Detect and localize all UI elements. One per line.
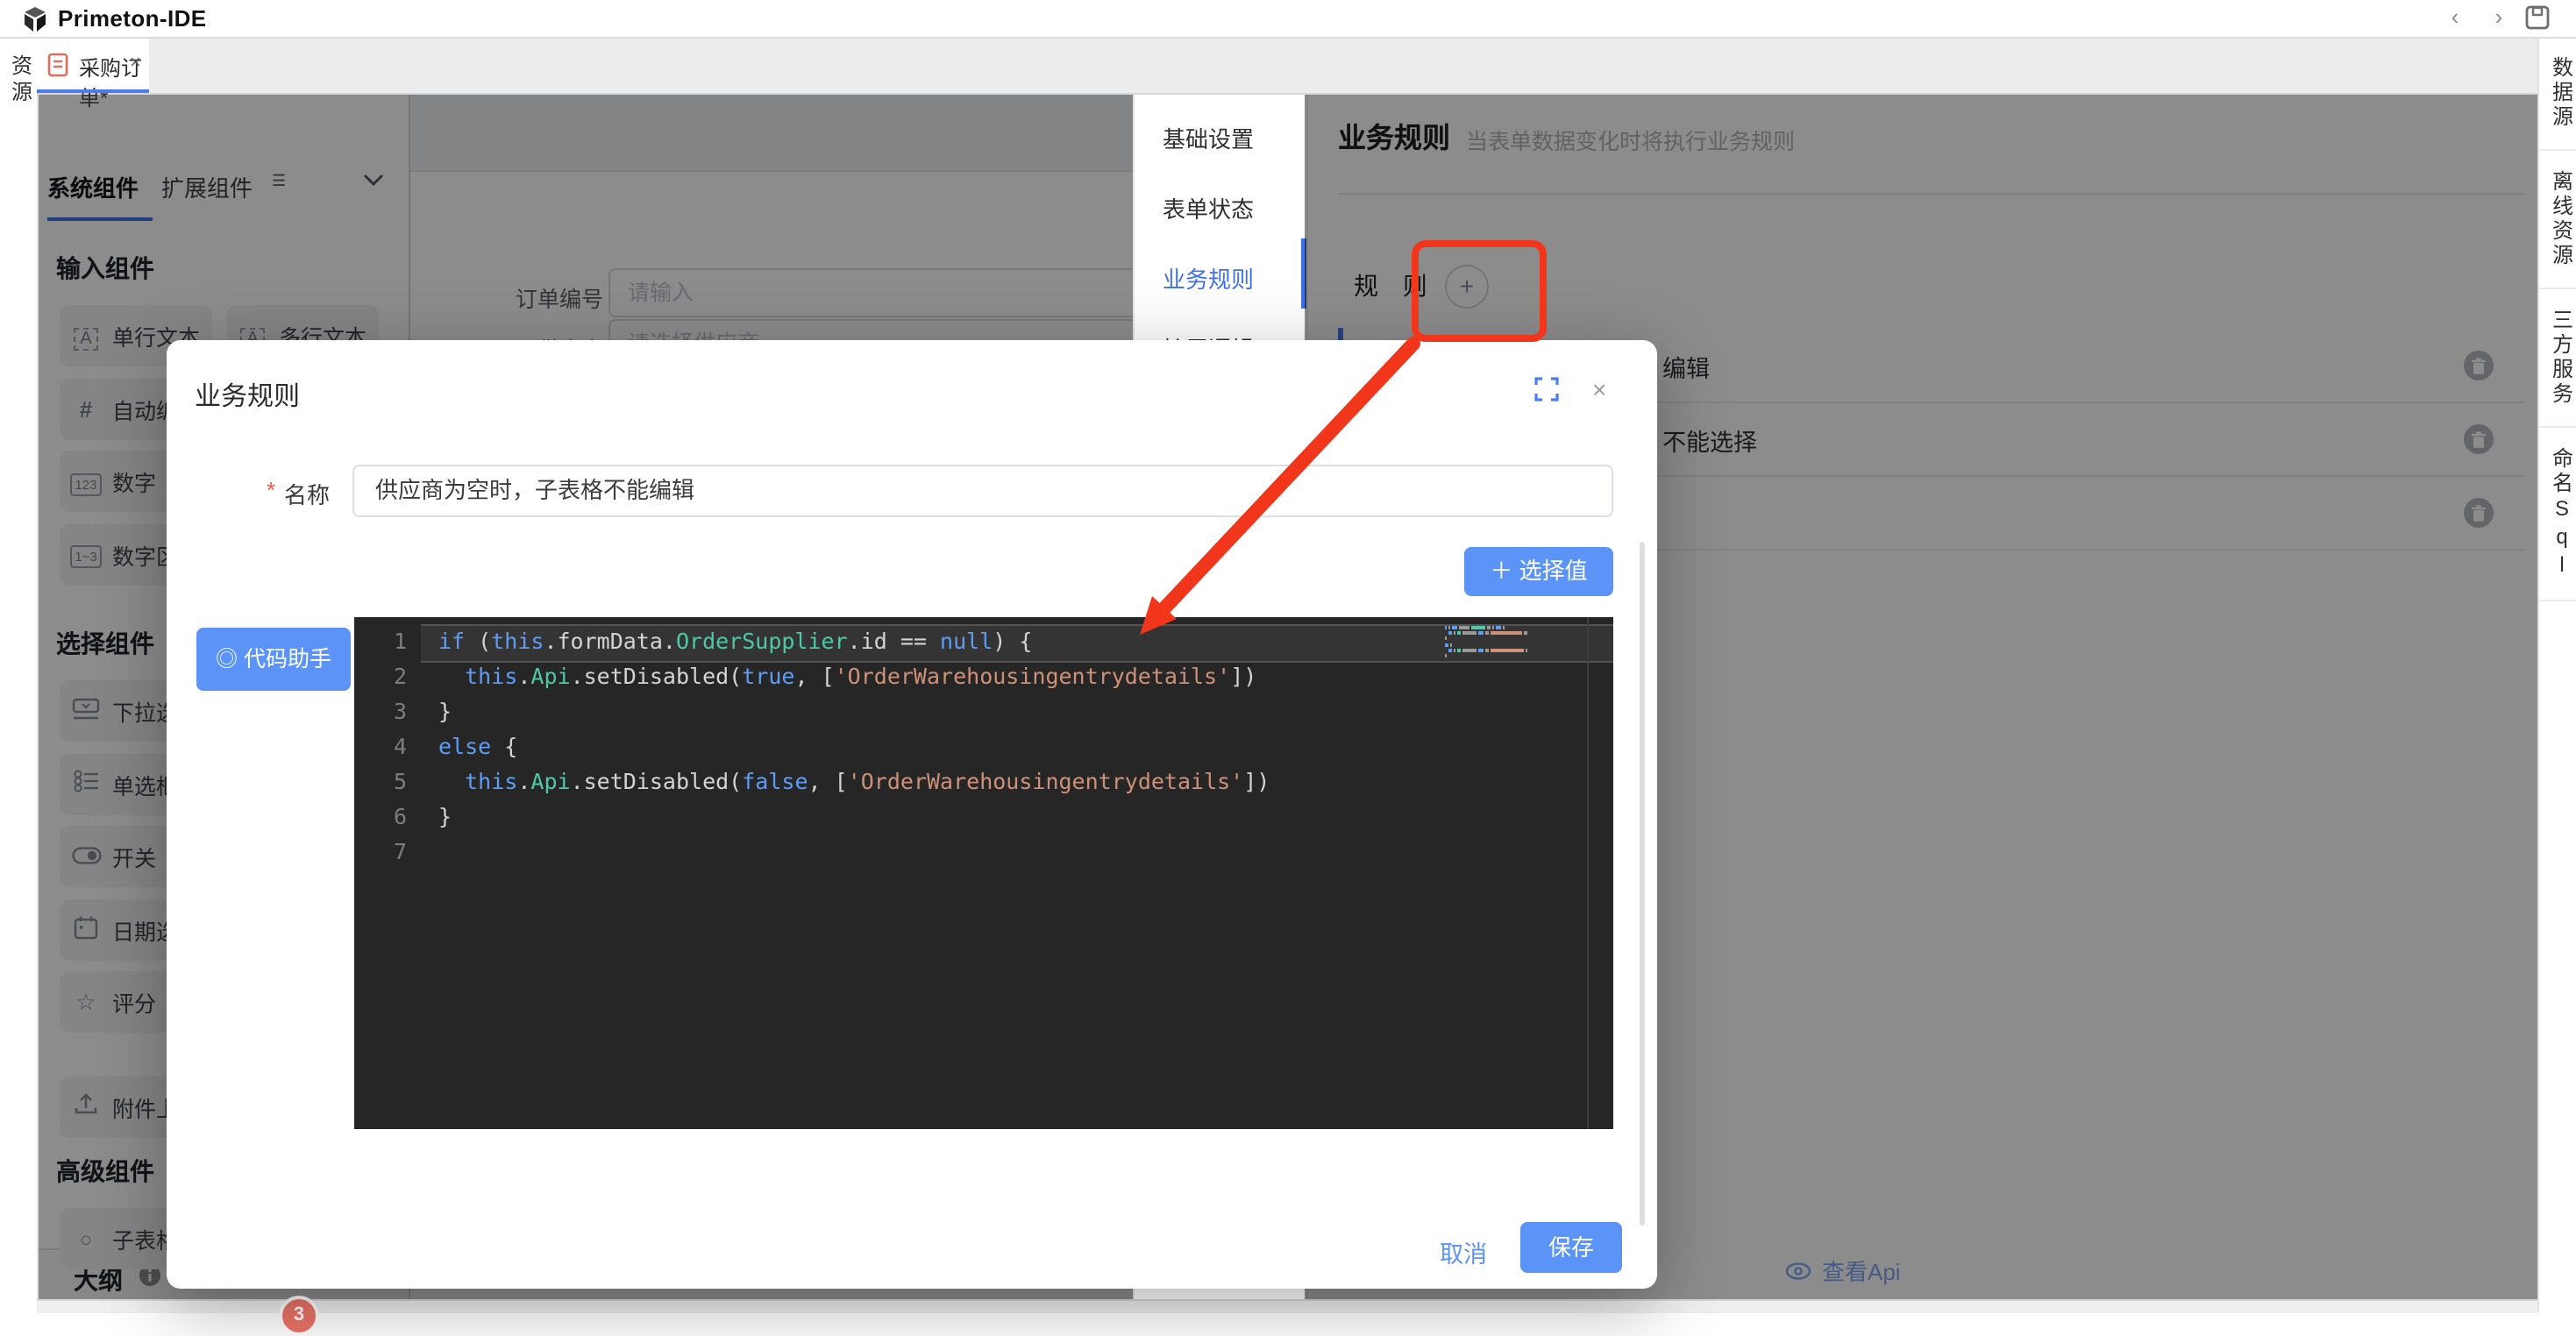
business-rule-modal: 业务规则 × * 名称 供应商为空时，子表格不能编辑 ＋ 选择值 ◎ 代码助手 …	[167, 340, 1657, 1289]
gutter-line-number: 2	[354, 663, 407, 689]
modal-scrollbar[interactable]	[1640, 542, 1645, 1226]
rule-name-label: 名称	[284, 477, 330, 510]
settings-menu-item-0[interactable]: 基础设置	[1163, 121, 1254, 154]
gutter-line-number: 7	[354, 838, 407, 864]
app-logo-icon	[21, 5, 49, 33]
fullscreen-icon[interactable]	[1534, 377, 1559, 402]
settings-menu-item-1[interactable]: 表单状态	[1163, 191, 1254, 224]
code-line-4: else {	[438, 733, 517, 759]
left-rail: 资源	[0, 37, 39, 1311]
rule-name-input[interactable]: 供应商为空时，子表格不能编辑	[352, 465, 1613, 517]
right-sidebar: 数据源离线资源三方服务命名Sql	[2537, 37, 2576, 1311]
annotation-highlight-box	[1412, 240, 1547, 342]
tab-purchase-order[interactable]: 采购订单* ×	[37, 37, 149, 93]
nav-forward-button[interactable]: ›	[2485, 4, 2513, 32]
code-line-3: }	[438, 698, 452, 724]
code-editor[interactable]: 1 if (this.formData.OrderSupplier.id == n…	[354, 617, 1613, 1129]
close-icon[interactable]: ×	[1592, 375, 1606, 403]
code-line-1: if (this.formData.OrderSupplier.id == nu…	[438, 628, 1032, 654]
gutter-line-number: 6	[354, 803, 407, 829]
modal-title: 业务规则	[195, 377, 300, 414]
gutter-line-number: 5	[354, 768, 407, 794]
cancel-button[interactable]: 取消	[1440, 1234, 1487, 1269]
nav-back-button[interactable]: ‹	[2441, 4, 2469, 32]
select-value-button[interactable]: ＋ 选择值	[1464, 547, 1613, 596]
sidebar-item-2[interactable]: 三方服务	[2539, 289, 2576, 428]
gutter-line-number: 1	[354, 628, 407, 654]
required-asterisk: *	[267, 477, 275, 503]
code-line-2: this.Api.setDisabled(true, ['OrderWareho…	[438, 663, 1256, 689]
sidebar-item-3[interactable]: 命名Sql	[2539, 428, 2576, 601]
notification-badge[interactable]: 3	[279, 1296, 319, 1336]
sidebar-item-1[interactable]: 离线资源	[2539, 151, 2576, 289]
tab-strip: 采购订单* ×	[37, 37, 2537, 95]
gutter-line-number: 4	[354, 733, 407, 759]
minimap-divider	[1587, 617, 1589, 1129]
rail-item-resources[interactable]: 资源	[7, 54, 37, 107]
tab-close-icon[interactable]: ×	[130, 53, 141, 74]
tab-active-indicator	[37, 89, 149, 93]
document-icon	[47, 53, 68, 77]
app-title: Primeton-IDE	[58, 5, 207, 32]
sidebar-item-0[interactable]: 数据源	[2539, 37, 2576, 151]
code-line-5: this.Api.setDisabled(false, ['OrderWareh…	[438, 768, 1270, 794]
settings-menu-item-2[interactable]: 业务规则	[1163, 261, 1254, 295]
code-assistant-button[interactable]: ◎ 代码助手	[196, 628, 351, 691]
code-line-6: }	[438, 803, 452, 829]
top-bar: Primeton-IDE ‹ ›	[0, 0, 2576, 39]
save-button[interactable]: 保存	[1520, 1222, 1622, 1273]
app-window: Primeton-IDE ‹ › 资源 数据源离线资源三方服务命名Sql 采购订…	[0, 0, 2576, 1311]
gutter-line-number: 3	[354, 698, 407, 724]
save-icon[interactable]	[2525, 5, 2550, 30]
